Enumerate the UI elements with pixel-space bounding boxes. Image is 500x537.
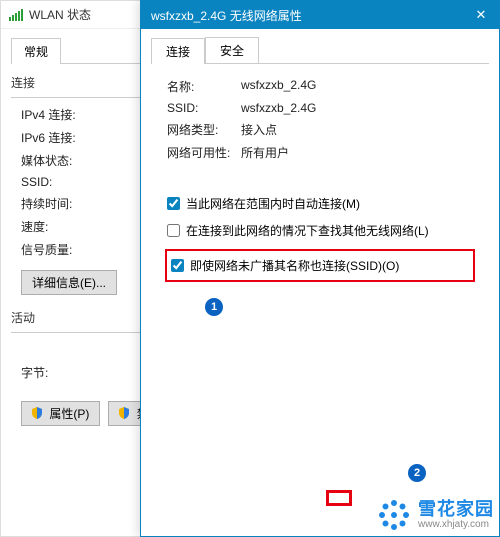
check-hidden-ssid-label: 即使网络未广播其名称也连接(SSID)(O) [190, 257, 399, 274]
ssid-label: SSID: [11, 175, 91, 189]
wifi-signal-icon [9, 9, 23, 21]
check-lookup-others-label: 在连接到此网络的情况下查找其他无线网络(L) [186, 222, 429, 239]
properties-tab-row: 连接 安全 [151, 37, 489, 64]
check-auto-connect-input[interactable] [167, 197, 180, 210]
nettype-label: 网络类型: [151, 121, 241, 138]
wireless-properties-body: 连接 安全 名称:wsfxzxb_2.4G SSID:wsfxzxb_2.4G … [141, 29, 499, 294]
bytes-label: 字节: [11, 364, 91, 381]
row-nettype: 网络类型:接入点 [151, 121, 489, 138]
check-auto-connect[interactable]: 当此网络在范围内时自动连接(M) [167, 195, 489, 212]
name-label: 名称: [151, 78, 241, 95]
name-value: wsfxzxb_2.4G [241, 78, 489, 95]
row-fssid: SSID:wsfxzxb_2.4G [151, 101, 489, 115]
wireless-properties-titlebar[interactable]: wsfxzxb_2.4G 无线网络属性 ✕ [141, 1, 499, 29]
annotation-badge-2: 2 [408, 464, 426, 482]
tab-general[interactable]: 常规 [11, 38, 61, 64]
duration-label: 持续时间: [11, 195, 91, 212]
watermark: 雪花家园 www.xhjaty.com [376, 497, 494, 533]
wireless-properties-title: wsfxzxb_2.4G 无线网络属性 [151, 7, 469, 24]
wlan-status-title: WLAN 状态 [29, 6, 91, 23]
avail-value: 所有用户 [241, 144, 489, 161]
fssid-value: wsfxzxb_2.4G [241, 101, 489, 115]
annotation-badge-1: 1 [205, 298, 223, 316]
properties-button[interactable]: 属性(P) [21, 401, 100, 426]
shield-icon [32, 407, 42, 422]
properties-button-label: 属性(P) [49, 407, 89, 421]
watermark-url: www.xhjaty.com [418, 519, 494, 530]
media-label: 媒体状态: [11, 152, 91, 169]
tab-connection[interactable]: 连接 [151, 38, 205, 64]
check-lookup-others-input[interactable] [167, 224, 180, 237]
fssid-label: SSID: [151, 101, 241, 115]
wireless-properties-window: wsfxzxb_2.4G 无线网络属性 ✕ 连接 安全 名称:wsfxzxb_2… [140, 0, 500, 537]
ipv6-label: IPv6 连接: [11, 129, 91, 146]
ipv4-label: IPv4 连接: [11, 106, 91, 123]
signal-label: 信号质量: [11, 241, 91, 258]
row-avail: 网络可用性:所有用户 [151, 144, 489, 161]
highlight-hidden-ssid: 即使网络未广播其名称也连接(SSID)(O) [165, 249, 475, 282]
speed-label: 速度: [11, 218, 91, 235]
shield-icon [119, 407, 129, 422]
check-hidden-ssid[interactable]: 即使网络未广播其名称也连接(SSID)(O) [171, 257, 471, 274]
check-lookup-others[interactable]: 在连接到此网络的情况下查找其他无线网络(L) [167, 222, 489, 239]
tab-security[interactable]: 安全 [205, 37, 259, 63]
check-hidden-ssid-input[interactable] [171, 259, 184, 272]
watermark-name: 雪花家园 [418, 500, 494, 520]
row-name: 名称:wsfxzxb_2.4G [151, 78, 489, 95]
annotation-red-box [326, 490, 352, 506]
nettype-value: 接入点 [241, 121, 489, 138]
snowflake-icon [376, 497, 412, 533]
check-auto-connect-label: 当此网络在范围内时自动连接(M) [186, 195, 360, 212]
avail-label: 网络可用性: [151, 144, 241, 161]
details-button[interactable]: 详细信息(E)... [21, 270, 117, 295]
close-icon[interactable]: ✕ [469, 7, 493, 23]
